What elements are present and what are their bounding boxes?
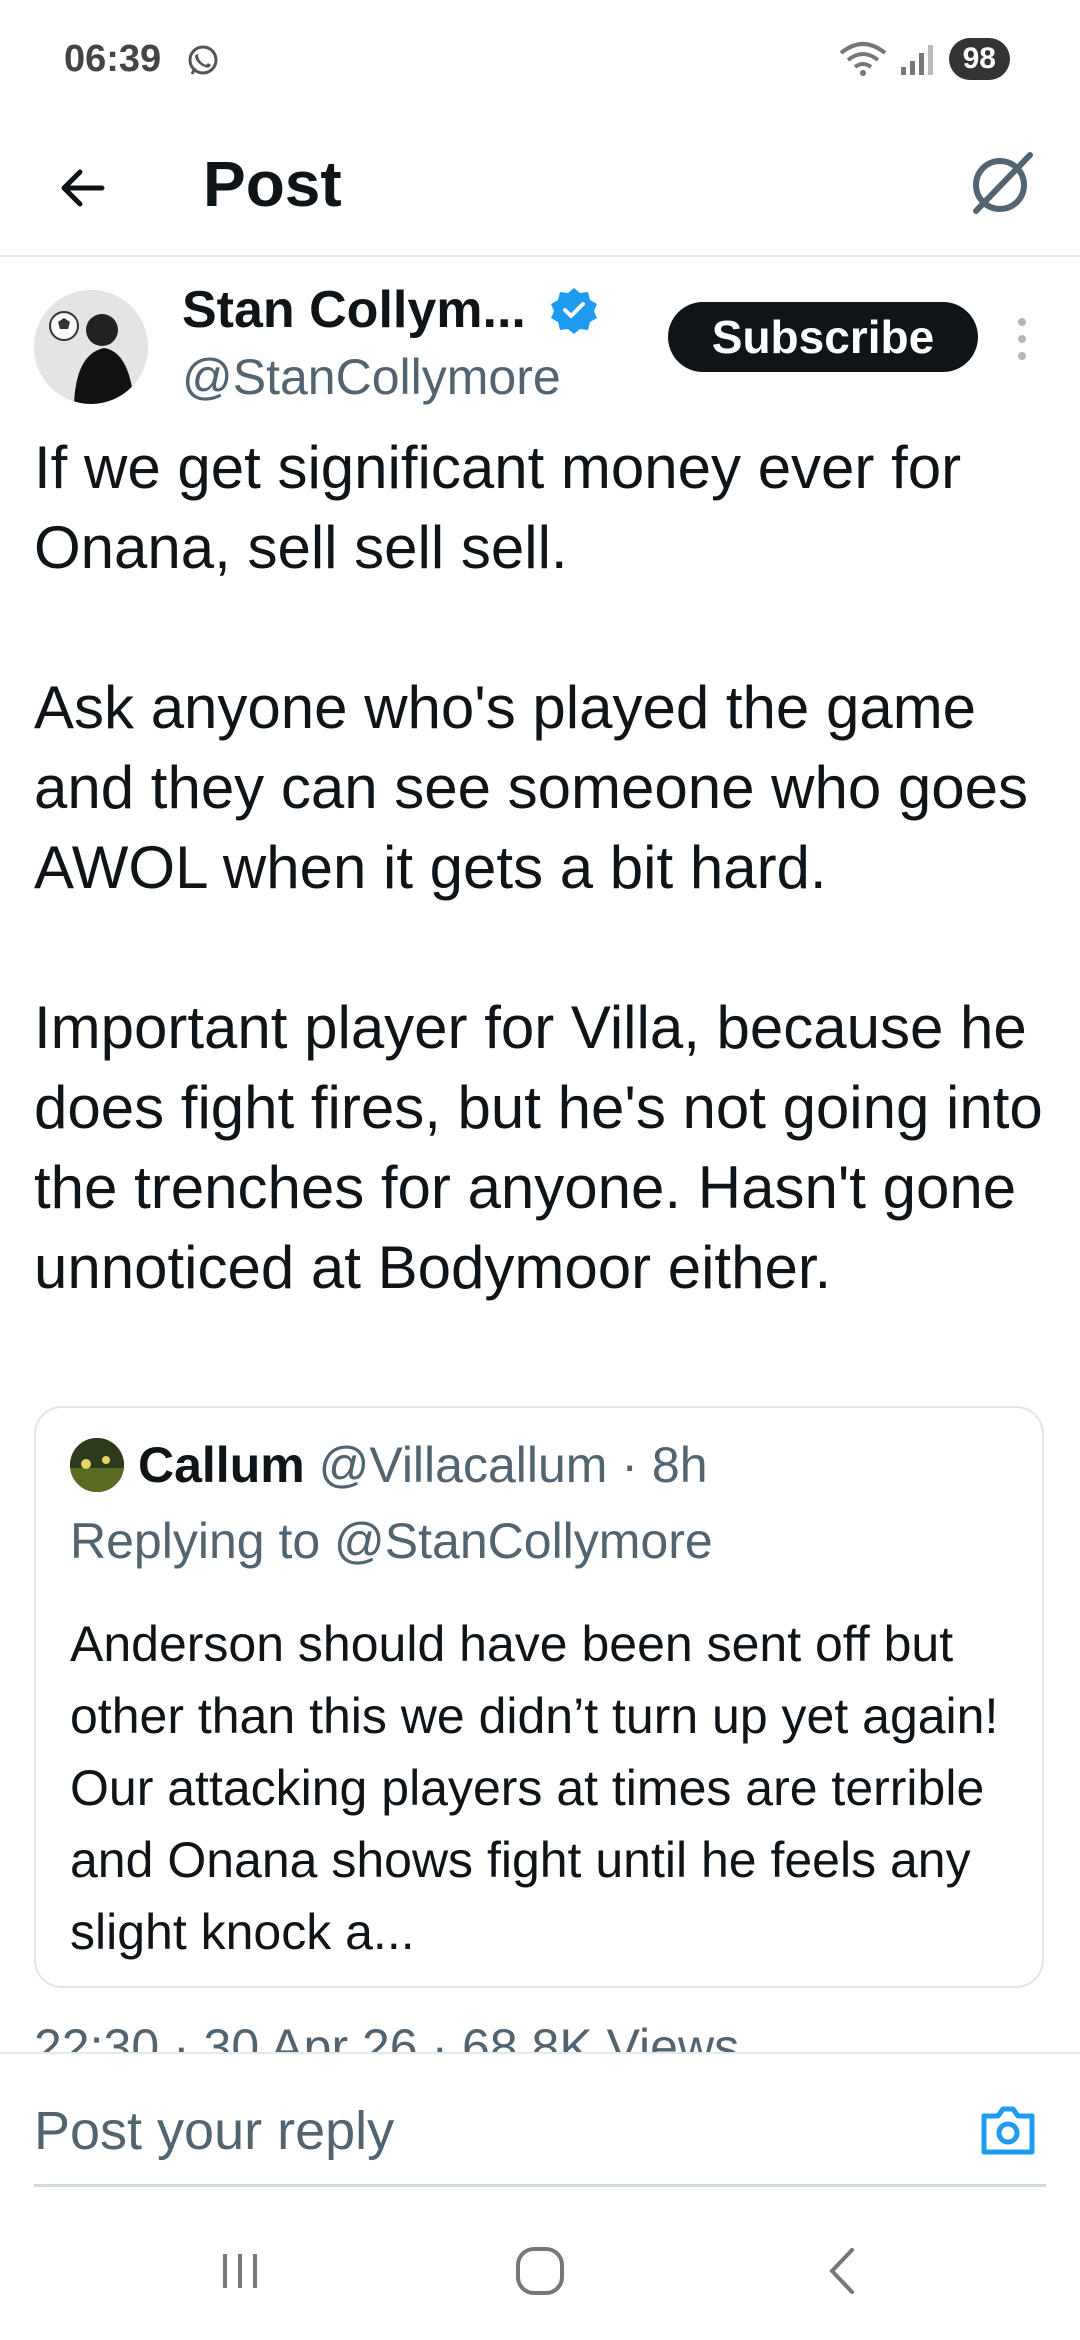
- system-nav-bar: [0, 2200, 1080, 2340]
- recents-icon[interactable]: [205, 2236, 275, 2306]
- status-bar: 06:39 98: [0, 0, 1080, 120]
- quoted-author-name[interactable]: Callum: [138, 1437, 305, 1493]
- verified-badge-icon: [551, 288, 597, 334]
- home-icon[interactable]: [505, 2236, 575, 2306]
- reply-input[interactable]: Post your reply: [34, 2100, 394, 2162]
- quoted-post[interactable]: Callum @Villacallum · 8h Replying to @St…: [34, 1406, 1044, 1988]
- author-avatar[interactable]: [34, 290, 148, 404]
- quoted-separator: ·: [621, 1437, 638, 1493]
- status-time: 06:39: [64, 38, 162, 80]
- whatsapp-icon: [188, 45, 218, 75]
- reply-underline: [34, 2184, 1046, 2187]
- back-nav-icon[interactable]: [808, 2236, 878, 2306]
- page-title: Post: [203, 148, 342, 220]
- quoted-author-handle[interactable]: @Villacallum: [319, 1437, 608, 1493]
- quoted-text: Anderson should have been sent off but o…: [70, 1616, 999, 1960]
- reply-composer: Post your reply: [0, 2052, 1080, 2192]
- quoted-replying-to[interactable]: Replying to @StanCollymore: [70, 1512, 713, 1570]
- quoted-time: 8h: [651, 1437, 708, 1493]
- quoted-author-avatar[interactable]: [70, 1438, 124, 1492]
- signal-icon: [900, 45, 933, 75]
- author-name[interactable]: Stan Collym...: [182, 280, 526, 340]
- top-app-bar: Post: [0, 125, 1080, 257]
- author-handle[interactable]: @StanCollymore: [182, 348, 561, 406]
- more-options-icon[interactable]: [1012, 314, 1032, 364]
- post-timestamp-views: 22:30 · 30 Apr 26 · 68.8K Views: [34, 2019, 740, 2056]
- post-text: If we get significant money ever for Ona…: [34, 434, 1043, 1301]
- battery-icon: 98: [948, 38, 1010, 80]
- camera-icon[interactable]: [978, 2102, 1038, 2158]
- grok-icon[interactable]: [964, 145, 1040, 221]
- back-arrow-icon[interactable]: [50, 153, 120, 223]
- subscribe-button[interactable]: Subscribe: [668, 302, 978, 372]
- wifi-icon: [839, 42, 886, 76]
- quoted-header: Callum @Villacallum · 8h: [138, 1436, 708, 1494]
